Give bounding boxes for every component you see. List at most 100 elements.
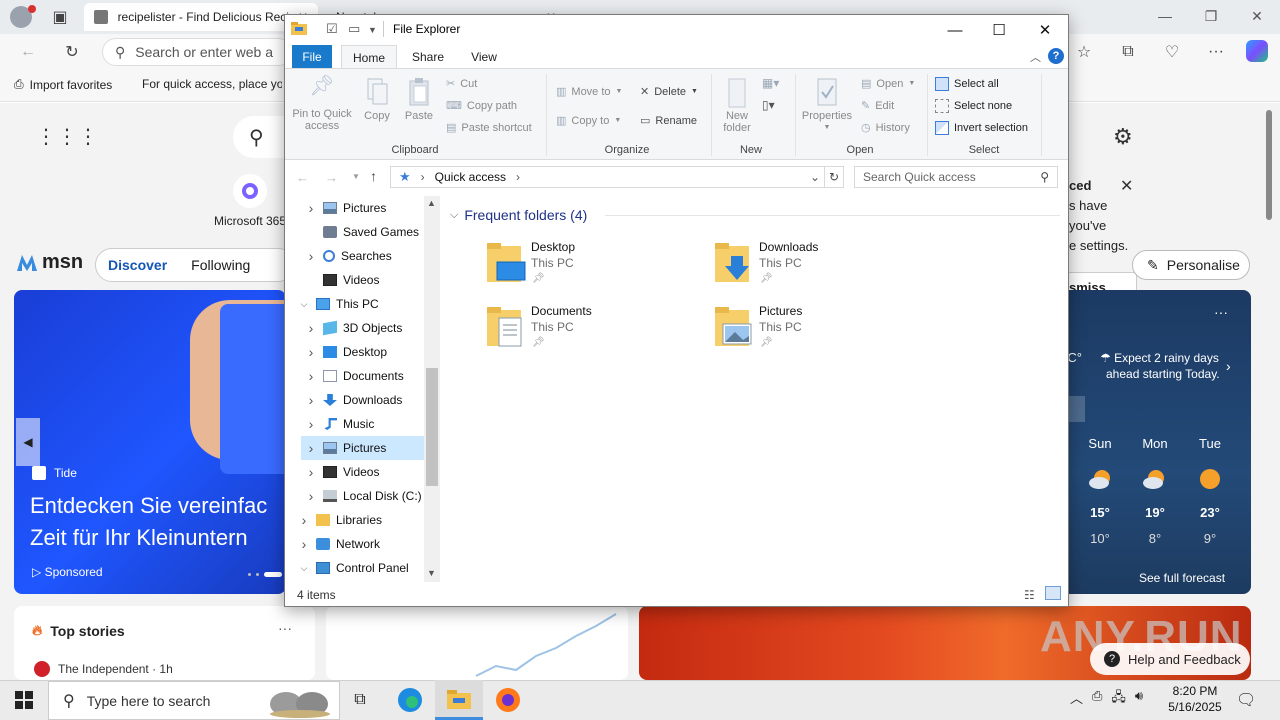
network-icon[interactable]: 🖧︎ [1111,688,1126,710]
edge-taskbar-icon[interactable] [386,680,434,720]
show-hidden-icons-icon[interactable]: ︿ [1070,688,1083,710]
hero-prev-button[interactable]: ◀ [16,418,40,466]
chevron-right-icon[interactable]: › [305,320,317,336]
notification-close-icon[interactable]: ✕ [1120,176,1133,196]
breadcrumb-quick-access[interactable]: Quick access [435,170,506,184]
chevron-right-icon[interactable]: › [305,488,317,504]
chevron-right-icon[interactable]: › [305,344,317,360]
qat-properties-icon[interactable]: ☑ [326,21,338,37]
chevron-right-icon[interactable]: › [305,392,317,408]
nav-tree-item[interactable]: › Desktop [301,340,424,364]
folder-desktop[interactable]: Desktop This PC 📌︎ [485,240,685,296]
select-all-button[interactable]: Select all [935,77,999,91]
frequent-folders-header[interactable]: ⌵ Frequent folders (4) [450,207,587,223]
explorer-taskbar-icon[interactable] [435,680,483,720]
nav-back-icon[interactable]: ← [296,170,309,185]
new-folder-button[interactable]: New folder [716,78,758,134]
favorites-star-icon[interactable]: ☆ [1070,38,1098,66]
nav-tree-item[interactable]: ⌵ This PC [294,292,424,316]
help-feedback-button[interactable]: ? Help and Feedback [1090,643,1250,675]
chevron-right-icon[interactable]: › [305,416,317,432]
explorer-maximize-button[interactable]: ☐ [976,15,1022,45]
search-highlight-elephants-icon[interactable] [262,684,336,718]
volume-icon[interactable]: 🔊︎ [1135,688,1143,710]
chevron-down-icon[interactable]: ⌵ [298,299,310,310]
easy-access-icon[interactable]: ▯▾ [762,98,775,112]
device-icon[interactable]: ⎙ [1092,688,1102,710]
explorer-app-icon[interactable] [291,21,307,38]
tab-following[interactable]: Following [191,257,250,273]
nav-tree-item[interactable]: › Downloads [301,388,424,412]
address-dropdown-icon[interactable]: ⌄ [810,170,820,184]
nav-tree-item[interactable]: › 3D Objects [301,316,424,340]
msn-logo[interactable]: msn [16,251,83,274]
properties-button[interactable]: Properties ▼ [800,78,854,134]
explorer-search-box[interactable]: Search Quick access ⚲ [854,166,1058,188]
nav-tree-item[interactable]: Saved Games [301,220,424,244]
nav-up-icon[interactable]: ↑ [370,168,377,184]
microsoft-365-label[interactable]: Microsoft 365 [214,214,284,228]
explorer-minimize-button[interactable]: — [932,15,978,45]
apps-grid-icon[interactable]: ⋮⋮⋮ [36,124,99,149]
action-center-icon[interactable]: 🗨︎ [1236,690,1256,710]
copilot-icon[interactable] [1246,40,1268,62]
paste-button[interactable]: Paste [402,78,436,122]
browser-restore-button[interactable]: ❐ [1188,0,1234,32]
tab-view[interactable]: View [462,45,506,69]
weather-next-icon[interactable]: › [1226,358,1231,374]
browser-essentials-icon[interactable]: ♡ [1158,38,1186,66]
edit-button[interactable]: ✎ Edit [861,99,894,113]
history-button[interactable]: ◷ History [861,121,910,135]
tab-share[interactable]: Share [406,45,450,69]
msn-search-box[interactable]: ⚲ [233,116,285,158]
new-item-icon[interactable]: ▦▾ [762,76,779,90]
nav-tree-item[interactable]: › Pictures [301,436,424,460]
firefox-taskbar-icon[interactable] [484,680,532,720]
market-chart-card[interactable] [326,606,628,680]
task-view-icon[interactable]: ⧉ [336,680,384,720]
nav-tree-item[interactable]: › Videos [301,460,424,484]
tab-actions-icon[interactable]: ▣ [46,3,74,31]
delete-button[interactable]: ✕ Delete ▼ [640,85,698,99]
nav-tree-item[interactable]: Videos [301,268,424,292]
nav-tree-item[interactable]: › Local Disk (C:) [301,484,424,508]
nav-tree-item[interactable]: › Network [294,532,424,556]
browser-close-button[interactable]: ✕ [1234,0,1280,32]
chevron-right-icon[interactable]: › [305,464,317,480]
chevron-right-icon[interactable]: › [305,200,317,216]
personalise-button[interactable]: ✎ Personalise [1132,250,1250,280]
qat-new-folder-icon[interactable]: ▭ [348,21,360,37]
microsoft-365-icon[interactable] [233,174,267,208]
chevron-right-icon[interactable]: › [305,248,317,264]
tab-file[interactable]: File [292,45,332,69]
qat-customize-icon[interactable]: ▼ [368,25,377,35]
chevron-right-icon[interactable]: › [298,512,310,528]
weather-input[interactable] [1069,396,1085,422]
import-favorites-link[interactable]: ⎙ Import favorites [14,77,112,92]
move-to-button[interactable]: ▥ Move to ▼ [556,85,622,99]
explorer-close-button[interactable]: ✕ [1022,15,1068,45]
nav-tree-item[interactable]: › Searches [301,244,424,268]
more-menu-icon[interactable]: ··· [1202,38,1230,66]
nav-forward-icon[interactable]: → [325,170,338,185]
help-icon[interactable]: ? [1048,48,1064,64]
copy-button[interactable]: Copy [360,78,394,122]
chevron-right-icon[interactable]: › [298,536,310,552]
collections-icon[interactable]: ⧉ [1114,38,1142,66]
top-stories-more-icon[interactable]: ··· [278,620,292,636]
tab-discover[interactable]: Discover [108,257,167,273]
chevron-right-icon[interactable]: › [305,368,317,384]
chevron-down-icon[interactable]: ⌵ [298,563,310,574]
hero-title[interactable]: Entdecken Sie vereinfac Zeit für Ihr Kle… [30,490,286,554]
scroll-down-icon[interactable]: ▼ [427,568,436,578]
open-button[interactable]: ▤ Open ▼ [861,77,915,91]
refresh-icon[interactable]: ↻ [824,166,844,188]
navigation-scrollbar-thumb[interactable] [426,368,438,486]
explorer-address-bar[interactable]: ★ › Quick access › ⌄ [390,166,825,188]
folder-downloads[interactable]: Downloads This PC 📌︎ [713,240,913,296]
settings-gear-icon[interactable]: ⚙ [1113,124,1133,150]
back-icon[interactable]: ← [14,38,42,66]
paste-shortcut-button[interactable]: ▤ Paste shortcut [446,121,532,135]
taskbar-clock[interactable]: 8:20 PM 5/16/2025 [1160,683,1230,715]
nav-tree-item[interactable]: › Pictures [301,196,424,220]
